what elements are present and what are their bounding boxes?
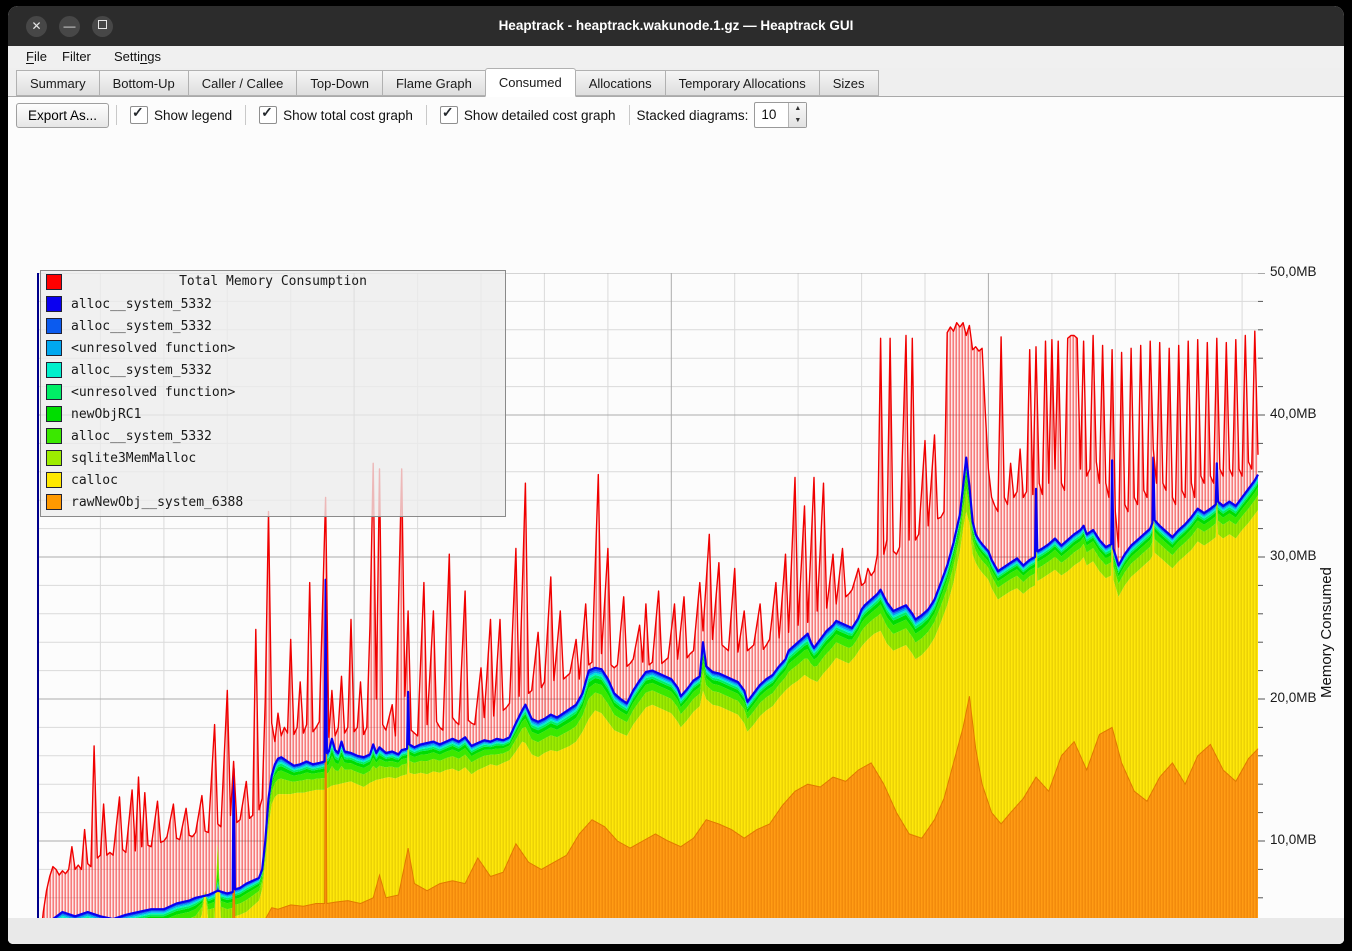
toolbar-separator: [629, 105, 630, 125]
checkbox-check-icon: ✓: [259, 106, 277, 124]
checkbox-label: Show legend: [154, 108, 232, 123]
legend-title: Total Memory Consumption: [41, 271, 505, 293]
tab-top-down[interactable]: Top-Down: [296, 70, 382, 96]
tab-sizes[interactable]: Sizes: [819, 70, 879, 96]
legend-label: alloc__system_5332: [71, 429, 212, 444]
legend-item: newObjRC1: [41, 403, 505, 425]
legend-swatch: [46, 494, 62, 510]
toolbar-separator: [116, 105, 117, 125]
tab-bar: Summary Bottom-Up Caller / Callee Top-Do…: [8, 68, 1344, 97]
menu-settings[interactable]: Settings: [108, 46, 167, 68]
legend-swatch: [46, 318, 62, 334]
show-legend-checkbox[interactable]: ✓ Show legend: [130, 106, 232, 124]
show-detailed-cost-checkbox[interactable]: ✓ Show detailed cost graph: [440, 106, 616, 124]
legend-label: <unresolved function>: [71, 341, 235, 356]
legend-label: alloc__system_5332: [71, 297, 212, 312]
tab-allocations[interactable]: Allocations: [576, 70, 665, 96]
legend-swatch: [46, 450, 62, 466]
legend-swatch: [46, 362, 62, 378]
checkbox-label: Show total cost graph: [283, 108, 413, 123]
tab-summary[interactable]: Summary: [16, 70, 99, 96]
y-tick-label: 50,0MB: [1270, 264, 1340, 282]
checkbox-check-icon: ✓: [130, 106, 148, 124]
legend-item: sqlite3MemMalloc: [41, 447, 505, 469]
legend-item: <unresolved function>: [41, 381, 505, 403]
legend-label: rawNewObj__system_6388: [71, 495, 243, 510]
legend-swatch: [46, 296, 62, 312]
stepper-down-icon[interactable]: ▼: [789, 115, 806, 127]
legend-item: rawNewObj__system_6388: [41, 491, 505, 513]
legend-item: alloc__system_5332: [41, 425, 505, 447]
legend-item: <unresolved function>: [41, 337, 505, 359]
y-tick-label: 40,0MB: [1270, 406, 1340, 424]
toolbar-separator: [426, 105, 427, 125]
consumed-chart-area: Total Memory Consumption alloc__system_5…: [8, 133, 1344, 944]
title-bar[interactable]: ✕ — Heaptrack - heaptrack.wakunode.1.gz …: [8, 6, 1344, 46]
legend-swatch: [46, 384, 62, 400]
stepper-value[interactable]: 10: [755, 103, 788, 127]
checkbox-check-icon: ✓: [440, 106, 458, 124]
legend-item: alloc__system_5332: [41, 359, 505, 381]
legend-label: alloc__system_5332: [71, 319, 212, 334]
toolbar: Export As... ✓ Show legend ✓ Show total …: [8, 97, 1344, 133]
menu-file[interactable]: File: [20, 46, 53, 68]
stacked-diagrams-stepper[interactable]: 10 ▲ ▼: [754, 102, 807, 128]
checkbox-label: Show detailed cost graph: [464, 108, 616, 123]
legend-swatch: [46, 428, 62, 444]
menu-filter[interactable]: Filter: [56, 46, 97, 68]
legend-label: newObjRC1: [71, 407, 141, 422]
chart-legend: Total Memory Consumption alloc__system_5…: [40, 270, 506, 517]
tab-flame-graph[interactable]: Flame Graph: [382, 70, 485, 96]
legend-label: <unresolved function>: [71, 385, 235, 400]
stacked-diagrams-label: Stacked diagrams:: [637, 108, 749, 123]
show-total-cost-checkbox[interactable]: ✓ Show total cost graph: [259, 106, 413, 124]
status-bar: [8, 918, 1344, 944]
menu-bar: File Filter Settings: [8, 46, 1344, 68]
export-as-button[interactable]: Export As...: [16, 103, 109, 128]
legend-item: alloc__system_5332: [41, 315, 505, 337]
tab-bottom-up[interactable]: Bottom-Up: [99, 70, 188, 96]
tab-consumed[interactable]: Consumed: [485, 68, 576, 97]
legend-title-row: Total Memory Consumption: [41, 271, 505, 293]
tab-temporary-allocations[interactable]: Temporary Allocations: [665, 70, 819, 96]
legend-item: calloc: [41, 469, 505, 491]
legend-swatch: [46, 472, 62, 488]
legend-label: alloc__system_5332: [71, 363, 212, 378]
legend-label: sqlite3MemMalloc: [71, 451, 196, 466]
heaptrack-window: ✕ — Heaptrack - heaptrack.wakunode.1.gz …: [8, 6, 1344, 944]
legend-swatch: [46, 340, 62, 356]
legend-label: calloc: [71, 473, 118, 488]
stepper-arrows[interactable]: ▲ ▼: [788, 103, 806, 127]
y-tick-label: 10,0MB: [1270, 832, 1340, 850]
legend-item: alloc__system_5332: [41, 293, 505, 315]
y-axis-title: Memory Consumed: [1318, 463, 1335, 803]
toolbar-separator: [245, 105, 246, 125]
tab-caller-callee[interactable]: Caller / Callee: [188, 70, 297, 96]
legend-swatch: [46, 406, 62, 422]
desktop-background: ✕ — Heaptrack - heaptrack.wakunode.1.gz …: [0, 0, 1352, 951]
stepper-up-icon[interactable]: ▲: [789, 103, 806, 115]
window-title: Heaptrack - heaptrack.wakunode.1.gz — He…: [8, 6, 1344, 46]
